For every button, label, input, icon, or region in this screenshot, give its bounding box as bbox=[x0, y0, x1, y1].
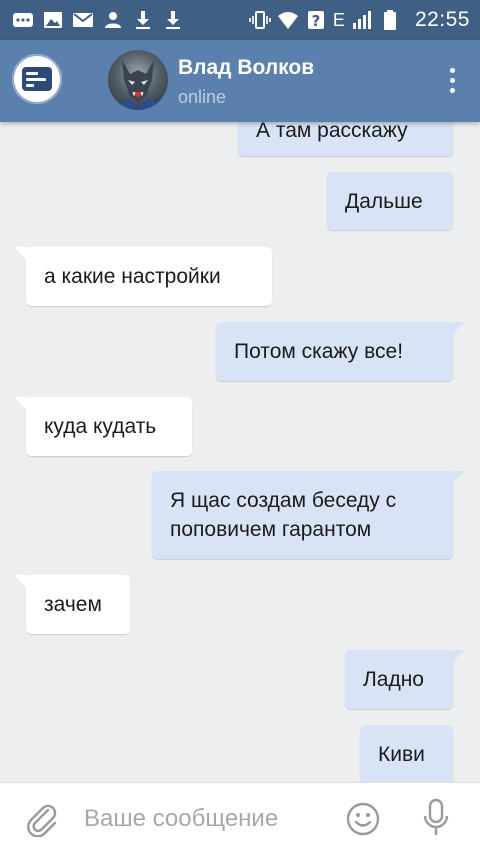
message-notification-icon bbox=[12, 9, 34, 31]
message-incoming[interactable]: зачем bbox=[14, 575, 130, 634]
voice-message-button[interactable] bbox=[420, 797, 452, 839]
message-outgoing[interactable]: Ладно bbox=[345, 650, 465, 709]
overflow-menu-button[interactable] bbox=[442, 66, 462, 96]
message-incoming[interactable]: а какие настройки bbox=[14, 247, 272, 306]
paperclip-icon bbox=[27, 804, 57, 838]
message-input[interactable] bbox=[84, 801, 324, 837]
app-icon[interactable] bbox=[12, 54, 62, 104]
download-icon bbox=[132, 9, 154, 31]
message-outgoing[interactable]: Дальше bbox=[327, 172, 453, 230]
vibrate-icon bbox=[249, 9, 271, 31]
contact-avatar[interactable] bbox=[108, 50, 168, 110]
signal-icon bbox=[351, 9, 373, 31]
message-composer bbox=[0, 782, 480, 855]
wifi-icon bbox=[277, 9, 299, 31]
clock: 22:55 bbox=[414, 8, 470, 31]
contact-status: online bbox=[178, 87, 227, 107]
contact-name[interactable]: Влад Волков bbox=[178, 56, 314, 80]
message-outgoing[interactable]: Потом скажу все! bbox=[216, 322, 465, 381]
account-notification-icon bbox=[102, 9, 124, 31]
attach-button[interactable] bbox=[24, 801, 60, 838]
network-type-label: E bbox=[332, 9, 345, 30]
screen-icon bbox=[22, 67, 52, 91]
message-incoming[interactable]: куда кудать bbox=[14, 397, 192, 456]
message-outgoing[interactable]: Киви bbox=[360, 725, 453, 784]
status-bar: ? E 22:55 bbox=[0, 0, 480, 40]
microphone-icon bbox=[423, 798, 449, 835]
signal-question-icon: ? bbox=[305, 9, 327, 31]
image-notification-icon bbox=[42, 9, 64, 31]
svg-text:?: ? bbox=[312, 12, 321, 30]
smiley-icon bbox=[346, 802, 380, 836]
notification-icons bbox=[12, 8, 184, 32]
message-outgoing[interactable]: Я щас создам беседу с поповичем гарантом bbox=[152, 471, 465, 559]
battery-icon bbox=[379, 9, 401, 31]
download-icon bbox=[162, 9, 184, 31]
wolf-avatar-icon bbox=[114, 60, 162, 110]
chat-header: Влад Волков online bbox=[0, 40, 480, 122]
system-icons: ? E 22:55 bbox=[249, 6, 470, 34]
emoji-button[interactable] bbox=[345, 801, 381, 837]
mail-notification-icon bbox=[72, 9, 94, 31]
